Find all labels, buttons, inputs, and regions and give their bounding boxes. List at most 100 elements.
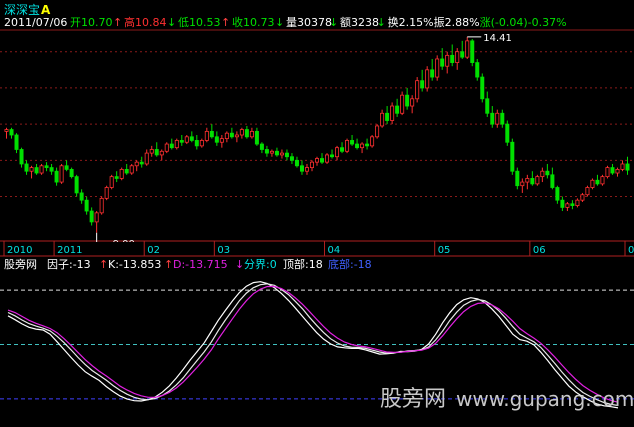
candle-body xyxy=(129,165,134,174)
candle-body xyxy=(600,176,605,185)
candle-body xyxy=(104,187,109,199)
candle-body xyxy=(390,105,395,121)
quote-label: 振 xyxy=(434,15,445,29)
candle-body xyxy=(64,165,69,170)
candle-body xyxy=(19,149,24,165)
indicator-d-arrow: ↑ xyxy=(164,258,173,271)
candle-body xyxy=(264,149,269,154)
candle-body xyxy=(610,167,615,174)
candle-body xyxy=(294,159,299,167)
quote-arrow: ↑ xyxy=(221,16,230,29)
candle xyxy=(505,120,510,146)
candle-body xyxy=(420,80,425,89)
candle-body xyxy=(595,179,600,185)
quote-label: 开 xyxy=(70,16,81,29)
candle-body xyxy=(209,130,214,138)
candle-body xyxy=(435,58,440,78)
candle-body xyxy=(29,167,34,172)
candle-body xyxy=(34,167,39,174)
candle xyxy=(39,163,44,175)
chart-canvas[interactable]: 深深宝 A 2011/07/06 开 10.70 ↑ 高 10.84 ↓ 低 10.53 ↑ 收 1… xyxy=(0,0,634,423)
candle-body xyxy=(79,192,84,201)
quote-value: (-0.04)-0.37% xyxy=(491,16,567,29)
quote-value: 10.70 xyxy=(81,16,113,29)
indicator-bar: 股旁网 因子:-13 ↑ K:-13.853 ↑ D:-13.715 ↓ 分界:… xyxy=(4,257,372,271)
quote-value: 10.84 xyxy=(135,16,167,29)
candle xyxy=(129,163,134,175)
candle-body xyxy=(139,161,144,165)
candle-body xyxy=(465,40,470,58)
candle-body xyxy=(360,143,365,149)
candle xyxy=(515,167,520,190)
candle-body xyxy=(149,149,154,154)
candle-body xyxy=(520,181,525,187)
candle-body xyxy=(440,58,445,67)
candle-body xyxy=(154,149,159,156)
candle-body xyxy=(224,132,229,140)
candle-body xyxy=(445,54,450,67)
candle-body xyxy=(410,98,415,107)
candle-body xyxy=(274,150,279,156)
time-label: 2010 xyxy=(7,245,32,256)
candle-body xyxy=(299,165,304,172)
quote-label: 换 xyxy=(388,15,399,29)
candle-body xyxy=(189,136,194,141)
quote-arrow: ↓ xyxy=(167,16,176,29)
candle-body xyxy=(59,165,64,183)
quote-label: 量 xyxy=(286,16,297,29)
quote-label: 收 xyxy=(232,15,243,29)
quote-label: 高 xyxy=(124,15,135,29)
candle xyxy=(400,91,405,116)
candle-body xyxy=(540,170,545,178)
quote-label: 额 xyxy=(340,16,351,29)
candle-body xyxy=(395,105,400,114)
candle-body xyxy=(214,136,219,143)
candle-body xyxy=(510,141,515,172)
candle xyxy=(174,138,179,150)
candle-body xyxy=(380,112,385,127)
candle-body xyxy=(430,69,435,78)
candle-body xyxy=(400,94,405,114)
candle xyxy=(600,174,605,186)
candle-body xyxy=(269,150,274,154)
candle-body xyxy=(370,136,375,147)
candle xyxy=(69,167,74,179)
candle-body xyxy=(335,147,340,158)
quote-arrow: ↓ xyxy=(377,16,386,29)
candle-body xyxy=(385,112,390,121)
candle-body xyxy=(219,138,224,143)
quote-date: 2011/07/06 xyxy=(4,16,67,29)
candle-body xyxy=(4,129,9,132)
candle xyxy=(435,55,440,81)
candle-body xyxy=(585,187,590,196)
candle-body xyxy=(179,140,184,143)
candle-body xyxy=(279,152,284,156)
candle xyxy=(415,77,420,103)
app-title: 深深宝 xyxy=(4,3,40,17)
candle-body xyxy=(625,163,630,171)
indicator-name: 股旁网 xyxy=(4,257,37,271)
candle-body xyxy=(74,176,79,194)
indicator-bottom: 底部:-18 xyxy=(328,257,372,271)
candle-body xyxy=(89,210,94,223)
candle-body xyxy=(49,167,54,172)
candle-body xyxy=(174,140,179,149)
quote-label: 涨 xyxy=(480,16,491,29)
quote-value: 3238 xyxy=(351,16,379,29)
candle-body xyxy=(84,199,89,212)
chart-background xyxy=(0,0,634,423)
candle-body xyxy=(560,199,565,208)
candle-body xyxy=(570,203,575,207)
watermark-url: www.gupang.com xyxy=(456,387,634,411)
candle-body xyxy=(199,140,204,147)
candle-body xyxy=(460,51,465,58)
candle-body xyxy=(340,147,345,152)
candle-body xyxy=(415,80,420,100)
indicator-d: D:-13.715 xyxy=(173,258,228,271)
candle-body xyxy=(309,161,314,168)
candle-body xyxy=(455,51,460,63)
candle-body xyxy=(605,167,610,178)
candle xyxy=(119,167,124,181)
app-title-marker: A xyxy=(41,3,51,17)
candle-body xyxy=(204,130,209,141)
